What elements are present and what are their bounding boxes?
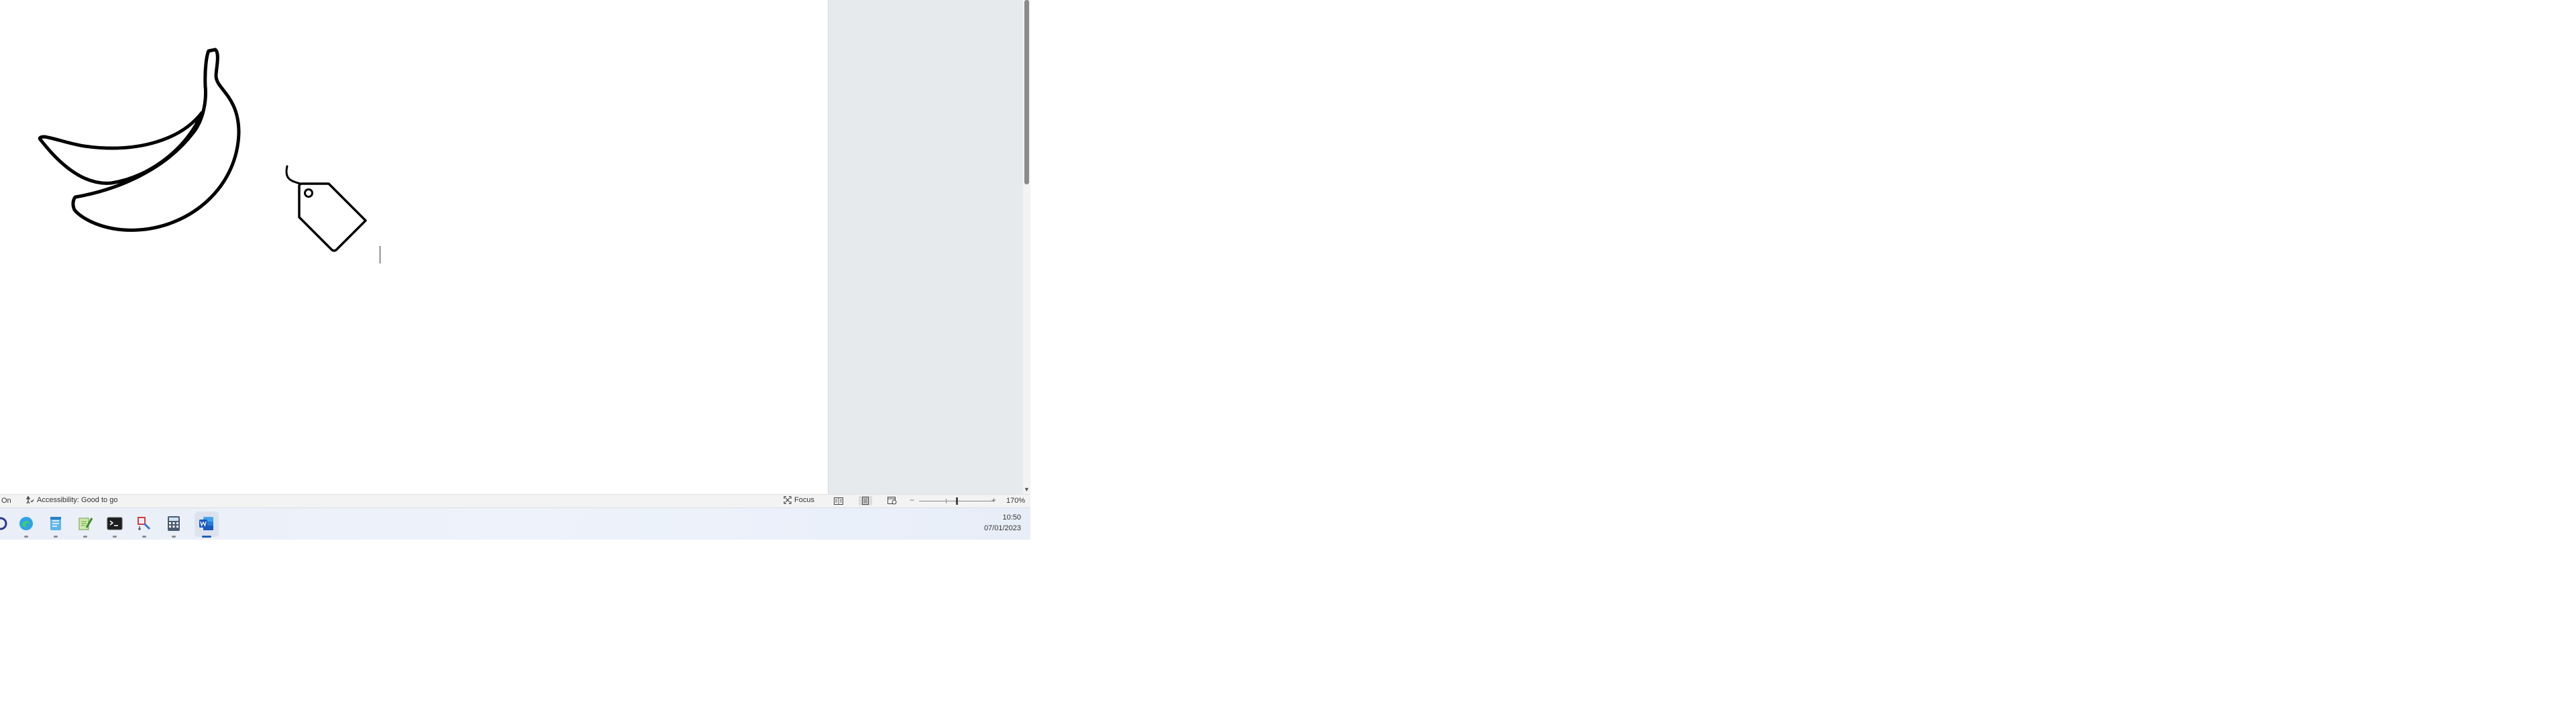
zoom-out-button[interactable]: −: [910, 495, 914, 505]
zoom-slider-thumb[interactable]: [956, 497, 958, 505]
document-margin-area: [828, 0, 1023, 494]
paint-icon[interactable]: [136, 515, 153, 538]
focus-button[interactable]: Focus: [784, 496, 814, 504]
web-layout-button[interactable]: [885, 496, 899, 505]
scrollbar-thumb[interactable]: [1024, 0, 1029, 184]
edge-browser-icon[interactable]: [17, 515, 35, 538]
zoom-in-button[interactable]: +: [991, 495, 996, 505]
clock-date: 07/01/2023: [983, 524, 1021, 532]
notepad-icon[interactable]: [47, 515, 64, 538]
document-page[interactable]: [0, 0, 828, 494]
focus-icon: [784, 496, 792, 504]
clock-time: 10:50: [1002, 514, 1021, 522]
word-icon[interactable]: [198, 515, 215, 538]
print-layout-button[interactable]: [859, 496, 872, 505]
read-mode-icon: [834, 497, 843, 505]
accessibility-status[interactable]: Accessibility: Good to go: [25, 496, 117, 504]
focus-label: Focus: [794, 496, 814, 504]
price-tag-icon[interactable]: [282, 164, 369, 257]
print-layout-icon: [862, 497, 869, 505]
system-clock[interactable]: 10:50 07/01/2023: [984, 512, 1021, 534]
calculator-icon[interactable]: [165, 515, 182, 538]
status-text[interactable]: On: [1, 497, 11, 505]
scroll-down-arrow-icon[interactable]: ▼: [1024, 487, 1030, 493]
banana-icon[interactable]: [38, 46, 259, 240]
accessibility-icon: [26, 496, 34, 504]
web-layout-icon: [888, 497, 897, 505]
zoom-level[interactable]: 170%: [1006, 497, 1025, 505]
status-bar: On Accessibility: Good to go Focus − + 1…: [0, 494, 1030, 507]
zoom-slider-midmark: [946, 499, 947, 503]
terminal-icon[interactable]: [106, 515, 123, 538]
cortana-icon[interactable]: [0, 515, 9, 532]
taskbar: 10:50 07/01/2023: [0, 507, 1030, 540]
read-mode-button[interactable]: [832, 496, 845, 505]
notepad-plus-icon[interactable]: [76, 515, 94, 538]
screen: ▼ On Accessibility: Good to go Focus − +…: [0, 0, 1030, 540]
vertical-scrollbar[interactable]: ▼: [1023, 0, 1030, 494]
accessibility-label: Accessibility: Good to go: [37, 496, 118, 504]
